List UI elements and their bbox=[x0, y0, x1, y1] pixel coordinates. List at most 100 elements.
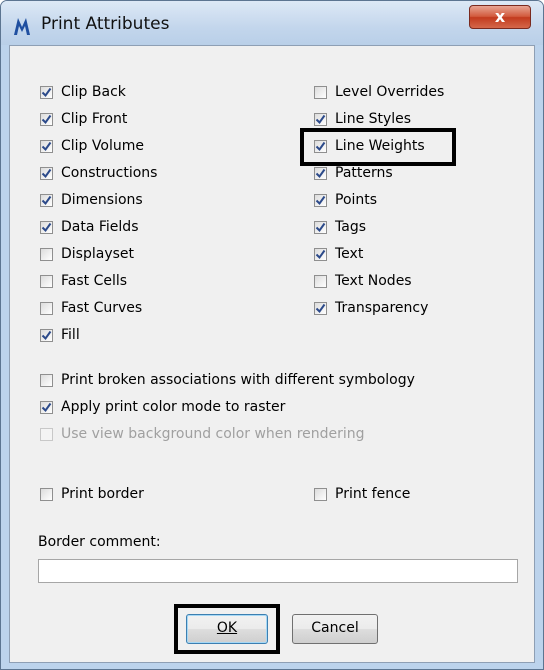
displayset-checkbox[interactable]: Displayset bbox=[40, 244, 134, 264]
check-icon bbox=[41, 402, 52, 412]
clip-volume-label: Clip Volume bbox=[61, 138, 144, 154]
border-comment-input[interactable] bbox=[38, 559, 518, 583]
fill-checkbox[interactable]: Fill bbox=[40, 325, 80, 345]
line-weights-checkbox[interactable]: Line Weights bbox=[314, 136, 425, 156]
print-border-checkbox[interactable]: Print border bbox=[40, 484, 144, 504]
clip-front-label: Clip Front bbox=[61, 111, 128, 127]
print-border-label: Print border bbox=[61, 486, 144, 502]
check-icon bbox=[41, 330, 52, 340]
checkbox-box[interactable] bbox=[314, 139, 327, 153]
dialog-client-area: Clip Back Clip Front Clip Volume Constru… bbox=[9, 45, 535, 663]
check-icon bbox=[41, 222, 52, 232]
apply-print-color-mode-label: Apply print color mode to raster bbox=[61, 399, 286, 415]
patterns-label: Patterns bbox=[335, 165, 393, 181]
data-fields-checkbox[interactable]: Data Fields bbox=[40, 217, 139, 237]
clip-volume-checkbox[interactable]: Clip Volume bbox=[40, 136, 144, 156]
checkbox-box[interactable] bbox=[40, 373, 53, 387]
checkbox-box[interactable] bbox=[40, 247, 53, 261]
fill-label: Fill bbox=[61, 327, 80, 343]
checkbox-box[interactable] bbox=[314, 274, 327, 288]
print-broken-associations-label: Print broken associations with different… bbox=[61, 372, 415, 388]
print-fence-checkbox[interactable]: Print fence bbox=[314, 484, 410, 504]
text-nodes-checkbox[interactable]: Text Nodes bbox=[314, 271, 412, 291]
checkbox-box[interactable] bbox=[40, 400, 53, 414]
checkbox-box[interactable] bbox=[314, 247, 327, 261]
line-weights-label: Line Weights bbox=[335, 138, 425, 154]
close-icon: x bbox=[494, 7, 506, 26]
checkbox-box[interactable] bbox=[40, 166, 53, 180]
check-icon bbox=[41, 114, 52, 124]
use-view-background-label: Use view background color when rendering bbox=[61, 426, 365, 442]
level-overrides-checkbox[interactable]: Level Overrides bbox=[314, 82, 444, 102]
check-icon bbox=[315, 222, 326, 232]
microstation-app-icon bbox=[14, 18, 30, 35]
transparency-label: Transparency bbox=[335, 300, 429, 316]
checkbox-box[interactable] bbox=[40, 85, 53, 99]
dimensions-label: Dimensions bbox=[61, 192, 143, 208]
checkbox-box bbox=[40, 427, 53, 441]
checkbox-box[interactable] bbox=[40, 220, 53, 234]
checkbox-box[interactable] bbox=[40, 193, 53, 207]
checkbox-box[interactable] bbox=[314, 193, 327, 207]
checkbox-box[interactable] bbox=[314, 487, 327, 501]
cancel-button-label: Cancel bbox=[311, 620, 359, 636]
text-checkbox[interactable]: Text bbox=[314, 244, 363, 264]
checkbox-box[interactable] bbox=[40, 112, 53, 126]
check-icon bbox=[41, 168, 52, 178]
close-button[interactable]: x bbox=[469, 5, 531, 29]
constructions-checkbox[interactable]: Constructions bbox=[40, 163, 157, 183]
checkbox-box[interactable] bbox=[40, 139, 53, 153]
fast-curves-label: Fast Curves bbox=[61, 300, 143, 316]
check-icon bbox=[41, 195, 52, 205]
transparency-checkbox[interactable]: Transparency bbox=[314, 298, 428, 318]
fast-cells-label: Fast Cells bbox=[61, 273, 128, 289]
text-nodes-label: Text Nodes bbox=[335, 273, 412, 289]
checkbox-box[interactable] bbox=[40, 301, 53, 315]
print-fence-label: Print fence bbox=[335, 486, 411, 502]
level-overrides-label: Level Overrides bbox=[335, 84, 445, 100]
tags-checkbox[interactable]: Tags bbox=[314, 217, 366, 237]
clip-back-checkbox[interactable]: Clip Back bbox=[40, 82, 126, 102]
checkbox-box[interactable] bbox=[314, 301, 327, 315]
print-attributes-window: Print Attributes x Clip Back Clip Front … bbox=[0, 0, 544, 670]
use-view-background-checkbox: Use view background color when rendering bbox=[40, 424, 365, 444]
fast-cells-checkbox[interactable]: Fast Cells bbox=[40, 271, 127, 291]
checkbox-box[interactable] bbox=[314, 85, 327, 99]
check-icon bbox=[315, 168, 326, 178]
check-icon bbox=[41, 141, 52, 151]
checkbox-box[interactable] bbox=[40, 328, 53, 342]
dimensions-checkbox[interactable]: Dimensions bbox=[40, 190, 143, 210]
checkbox-box[interactable] bbox=[314, 220, 327, 234]
ok-button-label: OK bbox=[216, 620, 238, 636]
clip-front-checkbox[interactable]: Clip Front bbox=[40, 109, 127, 129]
data-fields-label: Data Fields bbox=[61, 219, 139, 235]
points-label: Points bbox=[335, 192, 378, 208]
checkbox-box[interactable] bbox=[40, 487, 53, 501]
check-icon bbox=[315, 249, 326, 259]
check-icon bbox=[315, 114, 326, 124]
constructions-label: Constructions bbox=[61, 165, 158, 181]
checkbox-box[interactable] bbox=[40, 274, 53, 288]
checkbox-box[interactable] bbox=[314, 112, 327, 126]
displayset-label: Displayset bbox=[61, 246, 135, 262]
line-styles-label: Line Styles bbox=[335, 111, 412, 127]
checkbox-box[interactable] bbox=[314, 166, 327, 180]
window-title: Print Attributes bbox=[41, 14, 170, 34]
print-broken-associations-checkbox[interactable]: Print broken associations with different… bbox=[40, 370, 415, 390]
check-icon bbox=[315, 141, 326, 151]
text-label: Text bbox=[335, 246, 364, 262]
ok-button[interactable]: OK bbox=[186, 614, 268, 644]
apply-print-color-mode-checkbox[interactable]: Apply print color mode to raster bbox=[40, 397, 285, 417]
border-comment-label: Border comment: bbox=[38, 534, 161, 550]
clip-back-label: Clip Back bbox=[61, 84, 126, 100]
points-checkbox[interactable]: Points bbox=[314, 190, 377, 210]
check-icon bbox=[315, 303, 326, 313]
title-bar[interactable]: Print Attributes x bbox=[1, 1, 543, 45]
check-icon bbox=[315, 195, 326, 205]
line-styles-checkbox[interactable]: Line Styles bbox=[314, 109, 411, 129]
fast-curves-checkbox[interactable]: Fast Curves bbox=[40, 298, 142, 318]
cancel-button[interactable]: Cancel bbox=[292, 614, 378, 644]
check-icon bbox=[41, 87, 52, 97]
tags-label: Tags bbox=[335, 219, 366, 235]
patterns-checkbox[interactable]: Patterns bbox=[314, 163, 393, 183]
